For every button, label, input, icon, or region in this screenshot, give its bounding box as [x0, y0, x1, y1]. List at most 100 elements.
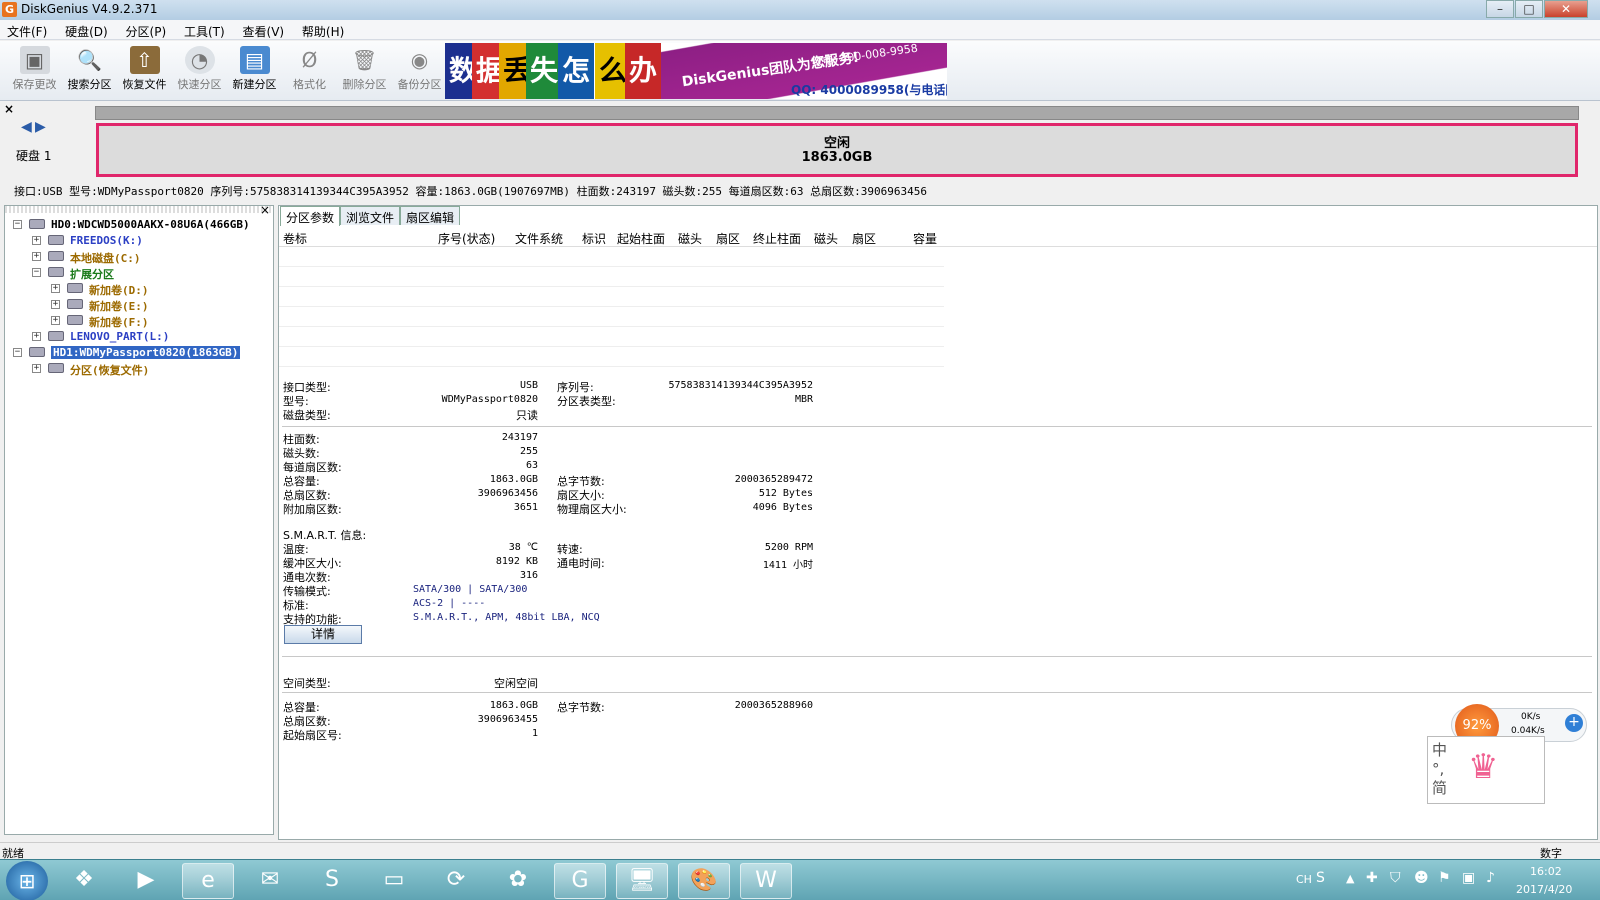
col-header[interactable]: 容量 [913, 230, 937, 247]
panel-grip[interactable] [5, 206, 273, 213]
language-indicator[interactable]: CH [1296, 873, 1312, 886]
menu-bar: 文件(F) 硬盘(D) 分区(P) 工具(T) 查看(V) 帮助(H) [0, 20, 1600, 40]
menu-disk[interactable]: 硬盘(D) [58, 20, 115, 43]
floating-monitor-widget[interactable]: 92% 0K/s 0.04K/s + 中 °, 简 ♛ [1427, 700, 1592, 805]
banner-char: 失 [526, 43, 562, 99]
word-icon[interactable]: W [740, 863, 792, 899]
delete-partition-button[interactable]: 🗑 删除分区 [337, 46, 392, 98]
save-changes-button[interactable]: ▣ 保存更改 [7, 46, 62, 98]
expand-icon[interactable]: + [51, 316, 60, 325]
collapse-icon[interactable]: − [13, 220, 22, 229]
shield-icon[interactable]: ⛉ [1390, 870, 1401, 886]
menu-partition[interactable]: 分区(P) [119, 20, 174, 43]
banner-phone: 致电: 400-008-9958 [810, 43, 919, 70]
expand-icon[interactable]: + [32, 236, 41, 245]
format-icon: Ø [301, 48, 318, 72]
quick-partition-button[interactable]: ◔ 快速分区 [172, 46, 227, 98]
collapse-icon[interactable]: − [32, 268, 41, 277]
menu-view[interactable]: 查看(V) [236, 20, 292, 43]
menu-help[interactable]: 帮助(H) [295, 20, 351, 43]
sogou-tray-icon[interactable]: S [1316, 870, 1325, 886]
table-row[interactable] [279, 288, 944, 307]
computer-icon[interactable]: 🖥 [616, 863, 668, 899]
power-on-hours-label: 通电时间: [557, 557, 605, 570]
menu-file[interactable]: 文件(F) [0, 20, 54, 43]
col-header[interactable]: 扇区 [852, 230, 876, 247]
disk-type-label: 磁盘类型: [283, 409, 331, 422]
paint-icon[interactable]: 🎨 [678, 863, 730, 899]
update-icon[interactable]: ⟳ [430, 863, 482, 899]
taskbar-app-icon[interactable]: ❖ [58, 863, 110, 899]
col-header[interactable]: 磁头 [814, 230, 838, 247]
expand-icon[interactable]: + [32, 252, 41, 261]
recover-files-button[interactable]: ⇧ 恢复文件 [117, 46, 172, 98]
cloud-app-icon[interactable]: ✿ [492, 863, 544, 899]
disk-icon [29, 347, 45, 357]
ie-browser-icon[interactable]: e [182, 863, 234, 899]
cache-value: 8192 KB [495, 556, 538, 567]
explorer-folder-icon[interactable]: ▭ [368, 863, 420, 899]
volume-icon[interactable]: ♪ [1486, 870, 1495, 886]
format-button[interactable]: Ø 格式化 [282, 46, 337, 98]
maximize-button[interactable]: □ [1515, 0, 1543, 18]
sogou-icon[interactable]: S [306, 863, 358, 899]
tray-icon[interactable]: ✚ [1366, 870, 1378, 886]
table-row[interactable] [279, 328, 944, 347]
table-row[interactable] [279, 268, 944, 287]
details-button[interactable]: 详情 [284, 625, 362, 644]
menu-tools[interactable]: 工具(T) [177, 20, 232, 43]
clock-time[interactable]: 16:02 [1530, 865, 1562, 878]
col-header[interactable]: 卷标 [283, 230, 307, 247]
col-header[interactable]: 文件系统 [515, 230, 563, 247]
tab-sector-edit[interactable]: 扇区编辑 [400, 206, 461, 225]
cylinders-value: 243197 [501, 432, 538, 443]
mail-icon[interactable]: ✉ [244, 863, 296, 899]
col-header[interactable]: 标识 [582, 230, 606, 247]
new-partition-button[interactable]: ▤ 新建分区 [227, 46, 282, 98]
col-header[interactable]: 序号(状态) [438, 230, 495, 247]
tab-browse-files[interactable]: 浏览文件 [340, 206, 401, 225]
boost-plus-icon[interactable]: + [1565, 714, 1583, 732]
qq-icon[interactable]: ☻ [1414, 870, 1429, 886]
search-partition-button[interactable]: 🔍 搜索分区 [62, 46, 117, 98]
flag-icon[interactable]: ⚑ [1438, 870, 1451, 886]
table-row[interactable] [279, 348, 944, 367]
network-icon[interactable]: ▣ [1462, 870, 1475, 886]
prev-disk-arrow-icon[interactable]: ◀ [21, 119, 32, 135]
close-button[interactable]: ✕ [1544, 0, 1588, 18]
expand-icon[interactable]: + [51, 300, 60, 309]
partition-icon [48, 363, 64, 373]
ime-panel[interactable]: 中 °, 简 ♛ [1427, 736, 1545, 804]
divider [282, 656, 1592, 657]
promo-banner[interactable]: 数 据 丢 失 怎 么 办 DiskGenius团队为您服务! 致电: 400-… [445, 43, 947, 99]
col-header[interactable]: 起始柱面 [617, 230, 665, 247]
free-bytes-value: 2000365288960 [734, 700, 813, 711]
table-row[interactable] [279, 308, 944, 327]
col-header[interactable]: 终止柱面 [753, 230, 801, 247]
windows-taskbar: ⊞ ❖ ▶ e ✉ S ▭ ⟳ ✿ G 🖥 🎨 W CH S ▲ ✚ ⛉ ☻ ⚑… [0, 859, 1600, 900]
expand-icon[interactable]: + [51, 284, 60, 293]
banner-char: 怎 [558, 43, 594, 99]
minimize-button[interactable]: – [1486, 0, 1514, 18]
close-disk-bar-icon[interactable]: × [4, 102, 14, 116]
quick-partition-icon: ◔ [184, 46, 215, 74]
clock-date[interactable]: 2017/4/20 [1516, 883, 1572, 896]
collapse-icon[interactable]: − [13, 348, 22, 357]
expand-icon[interactable]: + [32, 332, 41, 341]
tab-partition-params[interactable]: 分区参数 [280, 206, 341, 226]
diskgenius-taskbar-icon[interactable]: G [554, 863, 606, 899]
show-hidden-icons-icon[interactable]: ▲ [1346, 872, 1354, 885]
media-player-icon[interactable]: ▶ [120, 863, 172, 899]
next-disk-arrow-icon[interactable]: ▶ [35, 119, 46, 135]
col-header[interactable]: 扇区 [716, 230, 740, 247]
space-type-label: 空间类型: [283, 677, 331, 690]
tree-node-label: 本地磁盘(C:) [70, 252, 141, 265]
col-header[interactable]: 磁头 [678, 230, 702, 247]
start-button[interactable]: ⊞ [6, 861, 48, 900]
table-row[interactable] [279, 248, 944, 267]
disk-region-free[interactable]: 空闲 1863.0GB [96, 123, 1578, 177]
close-tree-icon[interactable]: × [260, 203, 270, 217]
expand-icon[interactable]: + [32, 364, 41, 373]
save-icon: ▣ [19, 46, 50, 74]
backup-partition-button[interactable]: ◉ 备份分区 [392, 46, 447, 98]
